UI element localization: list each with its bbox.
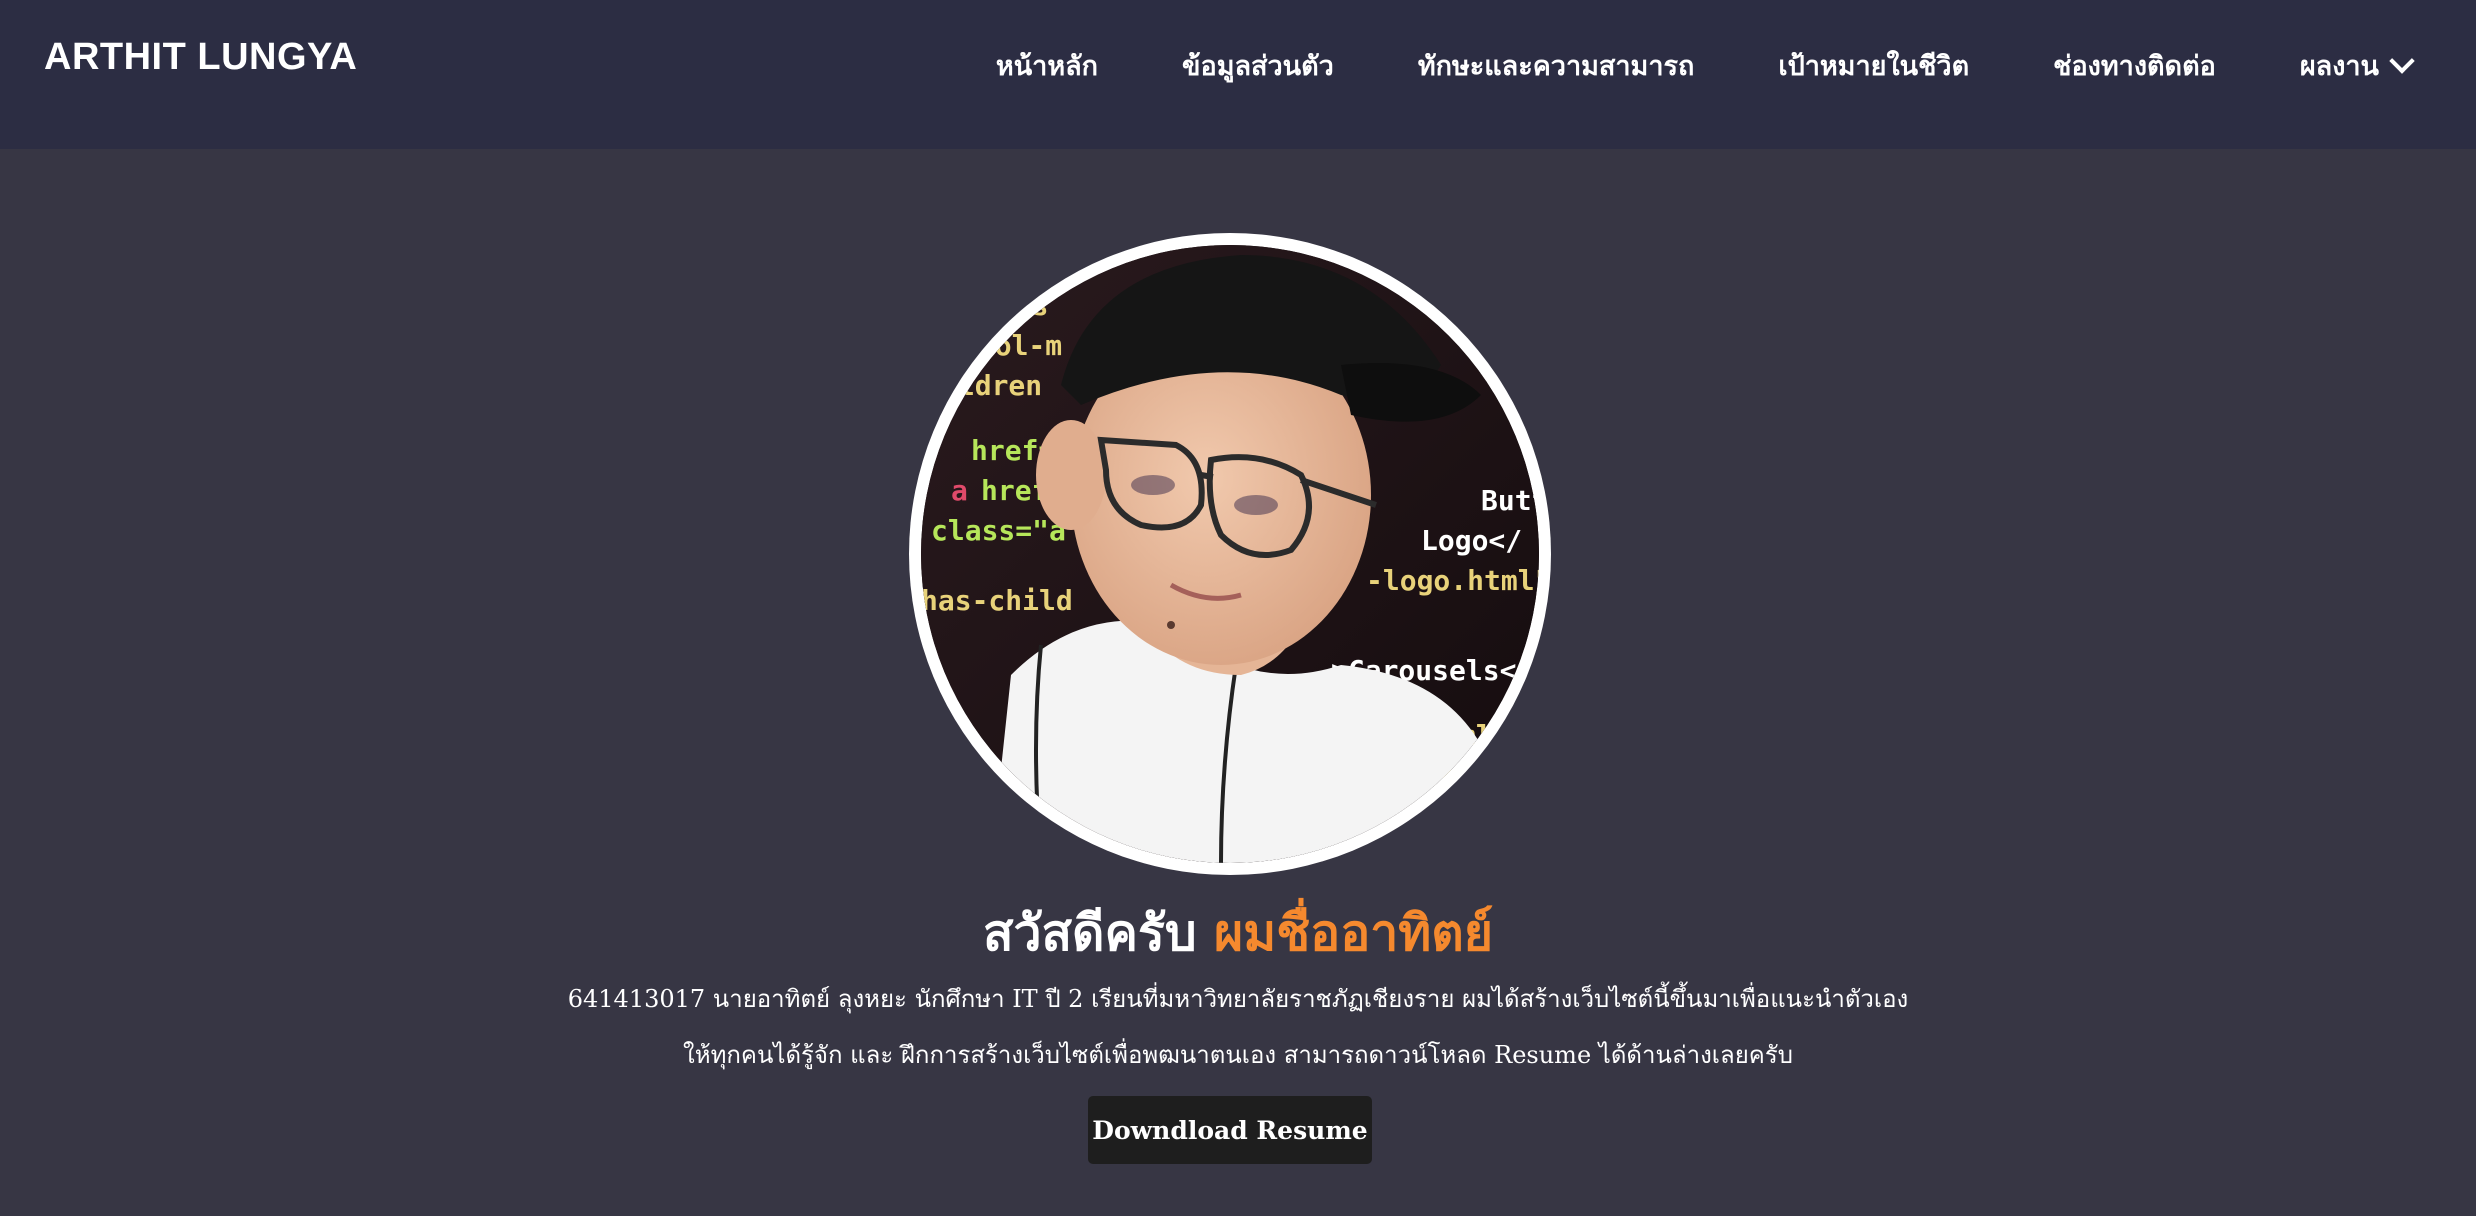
- nav-links: หน้าหลัก ข้อมูลส่วนตัว ทักษะและความสามาร…: [996, 44, 2415, 87]
- svg-text:-col-m: -col-m: [961, 329, 1062, 362]
- svg-text:Logo</: Logo</: [1421, 524, 1522, 557]
- greeting-name: ผมชื่ออาทิตย์: [1213, 904, 1494, 962]
- nav-link-goals[interactable]: เป้าหมายในชีวิต: [1778, 44, 1969, 87]
- nav-link-profile[interactable]: ข้อมูลส่วนตัว: [1182, 44, 1334, 87]
- profile-photo-icon: ents -col-m ildren href= a href= class="…: [921, 245, 1539, 863]
- svg-text:ildren: ildren: [941, 369, 1042, 402]
- svg-text:has-child: has-child: [921, 584, 1073, 617]
- nav-link-label: ผลงาน: [2299, 51, 2379, 82]
- greeting-heading: สวัสดีครับ ผมชื่ออาทิตย์: [0, 894, 2476, 973]
- navbar: ARTHIT LUNGYA หน้าหลัก ข้อมูลส่วนตัว ทัก…: [0, 0, 2476, 149]
- nav-link-skills[interactable]: ทักษะและความสามารถ: [1418, 44, 1695, 87]
- nav-link-label: ช่องทางติดต่อ: [2053, 51, 2216, 82]
- hero-section: ents -col-m ildren href= a href= class="…: [0, 149, 2476, 1216]
- nav-link-label: หน้าหลัก: [995, 51, 1099, 82]
- nav-link-contact[interactable]: ช่องทางติดต่อ: [2053, 44, 2216, 87]
- svg-text:-logo.html">Ta: -logo.html">Ta: [1366, 564, 1539, 597]
- nav-link-label: ทักษะและความสามารถ: [1417, 51, 1695, 82]
- svg-text:Butt: Butt: [1481, 484, 1539, 517]
- greeting-prefix: สวัสดีครับ: [982, 904, 1197, 962]
- intro-line: 641413017 นายอาทิตย์ ลุงหยะ นักศึกษา IT …: [567, 985, 1909, 1013]
- intro-paragraph: 641413017 นายอาทิตย์ ลุงหยะ นักศึกษา IT …: [0, 971, 2476, 1083]
- download-resume-button[interactable]: Downdload Resume: [1088, 1096, 1372, 1164]
- svg-text:ents: ents: [981, 289, 1048, 322]
- intro-line: ให้ทุกคนได้รู้จัก และ ฝึกการสร้างเว็บไซต…: [683, 1041, 1793, 1069]
- nav-link-portfolio-dropdown[interactable]: ผลงาน: [2299, 44, 2415, 87]
- avatar-frame: ents -col-m ildren href= a href= class="…: [909, 233, 1551, 875]
- avatar: ents -col-m ildren href= a href= class="…: [921, 245, 1539, 863]
- svg-text:class="a: class="a: [931, 514, 1066, 547]
- site-brand[interactable]: ARTHIT LUNGYA: [44, 36, 357, 79]
- nav-link-label: เป้าหมายในชีวิต: [1778, 51, 1970, 82]
- svg-text:a: a: [951, 474, 968, 507]
- chevron-down-icon: [2389, 47, 2415, 74]
- nav-link-label: ข้อมูลส่วนตัว: [1182, 51, 1334, 82]
- nav-link-home[interactable]: หน้าหลัก: [996, 44, 1098, 87]
